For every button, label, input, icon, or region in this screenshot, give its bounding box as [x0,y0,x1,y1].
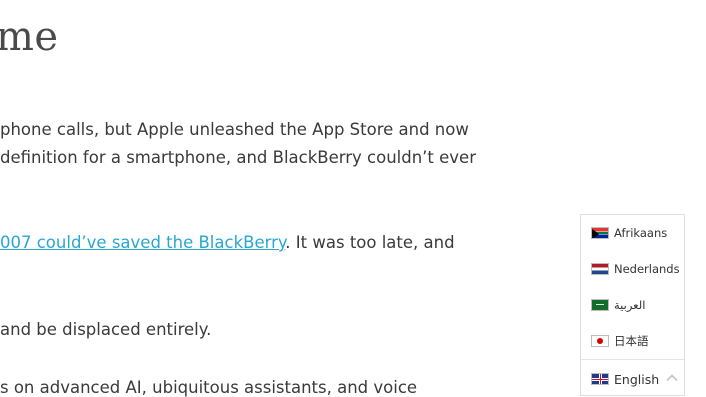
saudi-arabia-flag-icon [591,299,609,311]
japan-flag-icon [591,335,609,347]
united-kingdom-flag-icon [591,373,609,385]
article-paragraph-line: and be displaced entirely. [0,320,212,339]
current-language-english[interactable]: English [591,369,659,389]
language-option-afrikaans[interactable]: Afrikaans [591,224,667,242]
language-label: العربية [614,298,646,312]
blackberry-article-link[interactable]: 007 could’ve saved the BlackBerry [0,233,285,252]
article-text: . It was too late, and [285,233,455,252]
divider [581,359,684,360]
language-switcher: Afrikaans Nederlands العربية 日本語 English [580,214,685,396]
south-africa-flag-icon [591,227,609,239]
language-label: Nederlands [614,262,680,276]
article-paragraph-line: definition for a smartphone, and BlackBe… [0,148,476,167]
language-option-arabic[interactable]: العربية [591,296,645,314]
language-option-nederlands[interactable]: Nederlands [591,260,680,278]
language-label: 日本語 [614,334,649,348]
article-paragraph-line: 007 could’ve saved the BlackBerry. It wa… [0,233,455,252]
language-label: Afrikaans [614,226,668,240]
netherlands-flag-icon [591,263,609,275]
article-title: me [0,14,59,60]
article-paragraph-line: phone calls, but Apple unleashed the App… [0,120,469,139]
chevron-up-icon[interactable] [665,371,679,385]
language-option-japanese[interactable]: 日本語 [591,332,649,350]
current-language-label: English [614,371,660,387]
article-paragraph-line: s on advanced AI, ubiquitous assistants,… [0,378,418,397]
